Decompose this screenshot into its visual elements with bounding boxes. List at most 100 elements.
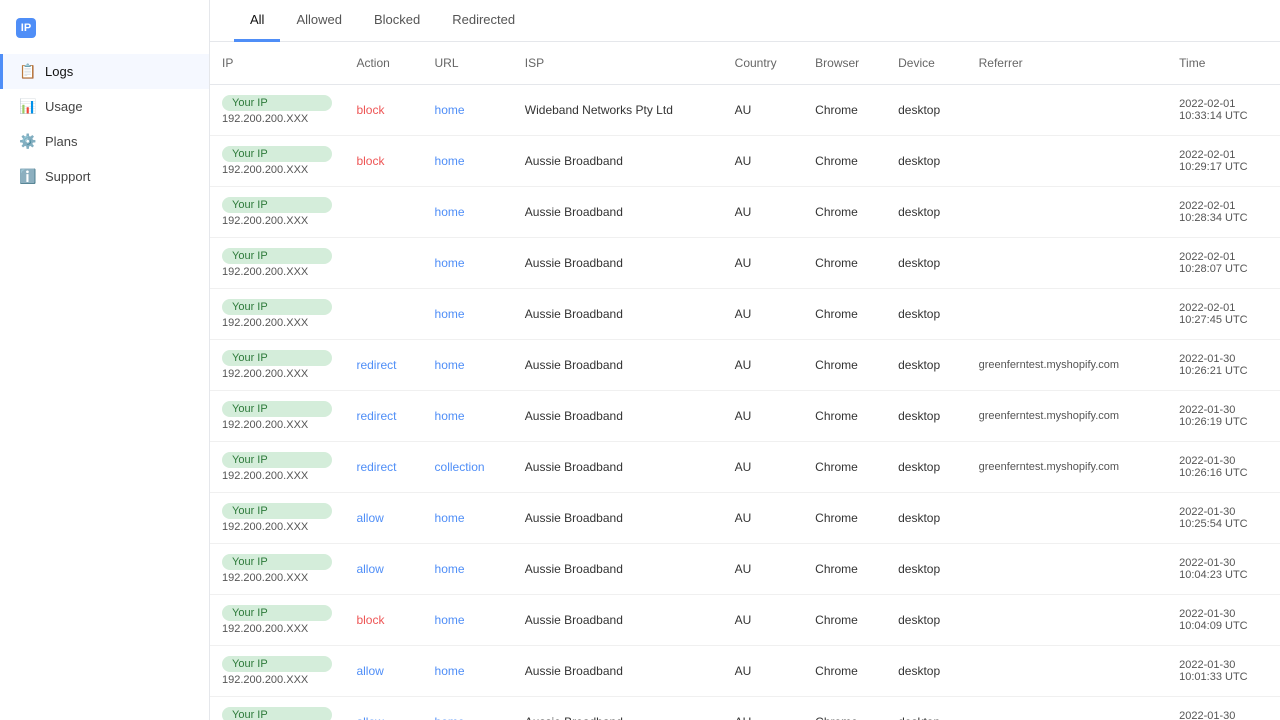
action-label: block [356,154,384,168]
cell-url[interactable]: home [423,85,513,136]
ip-address: 192.200.200.XXX [222,419,332,431]
ip-badge: Your IP [222,299,332,315]
action-label: block [356,103,384,117]
cell-url[interactable]: collection [423,442,513,493]
cell-url[interactable]: home [423,136,513,187]
cell-url[interactable]: home [423,595,513,646]
sidebar-item-support[interactable]: ℹ️ Support [0,159,209,194]
action-label: allow [356,715,383,720]
support-icon: ℹ️ [19,168,35,185]
ip-badge: Your IP [222,452,332,468]
cell-ip: Your IP192.200.200.XXX [210,289,344,340]
cell-country: AU [723,187,804,238]
cell-time: 2022-01-3010:26:16 UTC [1167,442,1280,493]
action-label: redirect [356,358,396,372]
table-row: Your IP192.200.200.XXXblockhomeAussie Br… [210,136,1280,187]
cell-time: 2022-02-0110:27:45 UTC [1167,289,1280,340]
sidebar-item-usage[interactable]: 📊 Usage [0,89,209,124]
cell-browser: Chrome [803,697,886,720]
app-logo: IP [0,8,209,54]
logs-table: IP Action URL ISP Country Browser Device… [210,42,1280,720]
cell-browser: Chrome [803,646,886,697]
cell-url[interactable]: home [423,646,513,697]
plans-icon: ⚙️ [19,133,35,150]
tab-allowed[interactable]: Allowed [280,0,358,42]
url-link[interactable]: home [435,511,465,525]
tab-bar: All Allowed Blocked Redirected [210,0,1280,42]
cell-device: desktop [886,595,967,646]
cell-url[interactable]: home [423,187,513,238]
url-link[interactable]: home [435,256,465,270]
cell-ip: Your IP 192.200.200.XXX [210,85,344,136]
cell-url[interactable]: home [423,289,513,340]
cell-referrer: greenferntest.myshopify.com [967,442,1168,493]
table-row: Your IP192.200.200.XXXallowhomeAussie Br… [210,697,1280,720]
ip-badge: Your IP [222,605,332,621]
cell-url[interactable]: home [423,340,513,391]
cell-url[interactable]: home [423,544,513,595]
cell-browser: Chrome [803,85,886,136]
url-link[interactable]: home [435,103,465,117]
col-action: Action [344,42,422,85]
logs-table-container: IP Action URL ISP Country Browser Device… [210,42,1280,720]
cell-ip: Your IP192.200.200.XXX [210,595,344,646]
action-label: allow [356,511,383,525]
col-ip: IP [210,42,344,85]
cell-browser: Chrome [803,187,886,238]
sidebar-label-usage: Usage [45,99,83,114]
cell-isp: Aussie Broadband [513,442,723,493]
tab-redirected[interactable]: Redirected [436,0,531,42]
cell-isp: Wideband Networks Pty Ltd [513,85,723,136]
cell-url[interactable]: home [423,238,513,289]
cell-action: redirect [344,442,422,493]
ip-badge: Your IP [222,95,332,111]
cell-browser: Chrome [803,595,886,646]
cell-device: desktop [886,289,967,340]
cell-referrer [967,595,1168,646]
table-row: Your IP192.200.200.XXXblockhomeAussie Br… [210,595,1280,646]
ip-badge: Your IP [222,350,332,366]
usage-icon: 📊 [19,98,35,115]
cell-url[interactable]: home [423,391,513,442]
cell-ip: Your IP192.200.200.XXX [210,238,344,289]
cell-time: 2022-02-0110:28:07 UTC [1167,238,1280,289]
tab-all[interactable]: All [234,0,280,42]
url-link[interactable]: home [435,358,465,372]
cell-device: desktop [886,697,967,720]
url-link[interactable]: home [435,613,465,627]
cell-device: desktop [886,238,967,289]
cell-url[interactable]: home [423,493,513,544]
cell-action: allow [344,697,422,720]
col-isp: ISP [513,42,723,85]
cell-referrer [967,85,1168,136]
table-row: Your IP 192.200.200.XXX block home Wideband … [210,85,1280,136]
url-link[interactable]: home [435,205,465,219]
sidebar-item-plans[interactable]: ⚙️ Plans [0,124,209,159]
cell-isp: Aussie Broadband [513,136,723,187]
tab-blocked[interactable]: Blocked [358,0,436,42]
cell-action [344,289,422,340]
url-link[interactable]: collection [435,460,485,474]
cell-referrer [967,493,1168,544]
url-link[interactable]: home [435,154,465,168]
cell-action: redirect [344,340,422,391]
url-link[interactable]: home [435,307,465,321]
sidebar-item-logs[interactable]: 📋 Logs [0,54,209,89]
cell-action: block [344,85,422,136]
cell-isp: Aussie Broadband [513,646,723,697]
col-country: Country [723,42,804,85]
table-row: Your IP192.200.200.XXXredirecthomeAussie… [210,391,1280,442]
ip-address: 192.200.200.XXX [222,113,332,125]
cell-referrer [967,697,1168,720]
url-link[interactable]: home [435,715,465,720]
cell-time: 2022-01-3010:26:21 UTC [1167,340,1280,391]
cell-ip: Your IP192.200.200.XXX [210,544,344,595]
url-link[interactable]: home [435,562,465,576]
cell-url[interactable]: home [423,697,513,720]
url-link[interactable]: home [435,409,465,423]
ip-badge: Your IP [222,197,332,213]
cell-time: 2022-01-3010:25:54 UTC [1167,493,1280,544]
cell-action: allow [344,493,422,544]
cell-isp: Aussie Broadband [513,340,723,391]
url-link[interactable]: home [435,664,465,678]
